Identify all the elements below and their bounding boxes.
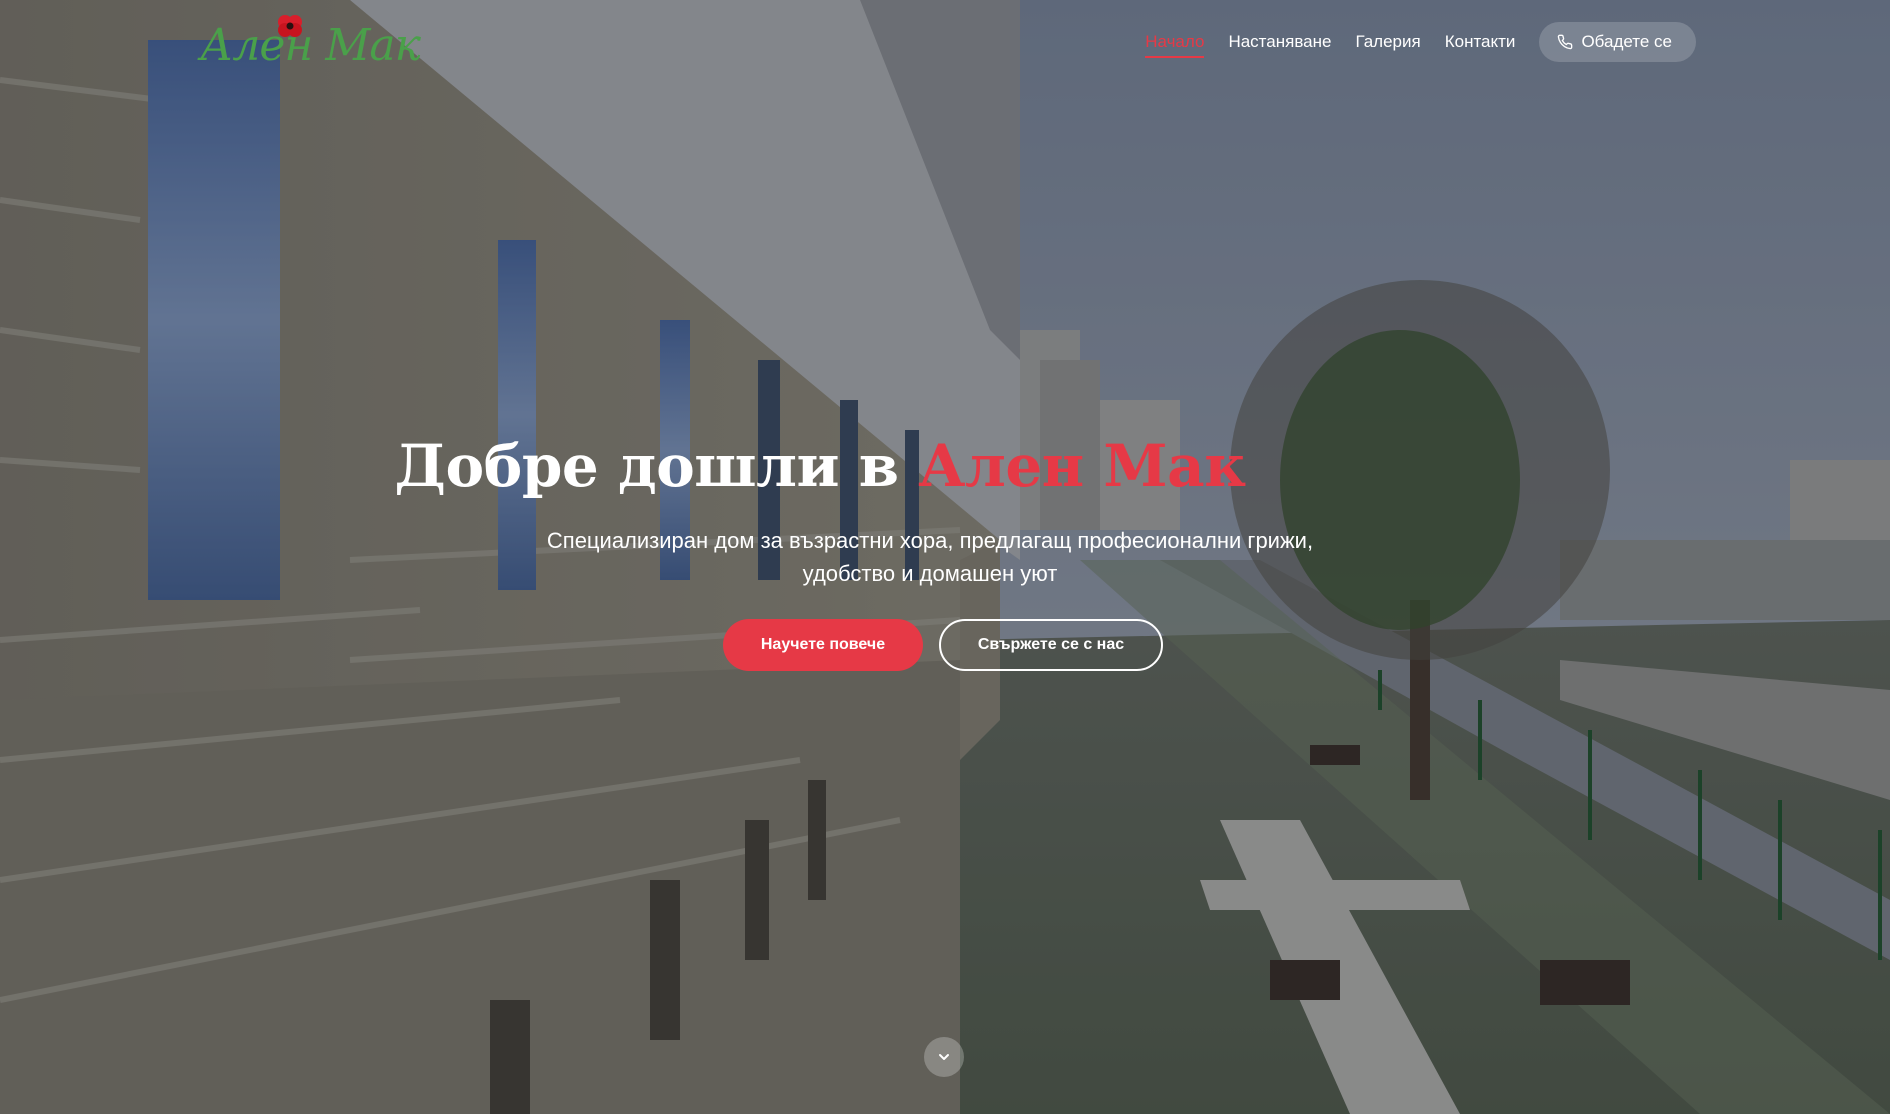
call-us-button[interactable]: Обадете се xyxy=(1539,22,1696,62)
phone-icon xyxy=(1558,34,1573,50)
chevron-down-icon xyxy=(939,1054,949,1060)
scroll-down-button[interactable] xyxy=(924,1037,964,1077)
hero-title-accent: Ален Мак xyxy=(918,432,1246,500)
site-logo[interactable]: Ален Мак xyxy=(198,12,421,78)
learn-more-button[interactable]: Научете повече xyxy=(723,619,923,671)
nav-item-accommodation[interactable]: Настаняване xyxy=(1228,24,1331,60)
nav-item-gallery[interactable]: Галерия xyxy=(1355,24,1420,60)
nav-item-home[interactable]: Начало xyxy=(1145,24,1205,60)
hero-title: Добре дошли в Ален Мак xyxy=(0,432,1640,500)
hero-subtitle: Специализиран дом за възрастни хора, пре… xyxy=(546,528,1314,586)
nav-item-contacts[interactable]: Контакти xyxy=(1445,24,1516,60)
contact-us-button[interactable]: Свържете се с нас xyxy=(939,619,1163,671)
hero-title-prefix: Добре дошли в xyxy=(394,432,919,500)
logo-text: Ален Мак xyxy=(200,20,421,71)
poppy-flower-icon xyxy=(278,15,302,37)
main-navigation: Начало Настаняване Галерия Контакти Обад… xyxy=(1133,22,1696,62)
call-us-label: Обадете се xyxy=(1581,32,1672,51)
